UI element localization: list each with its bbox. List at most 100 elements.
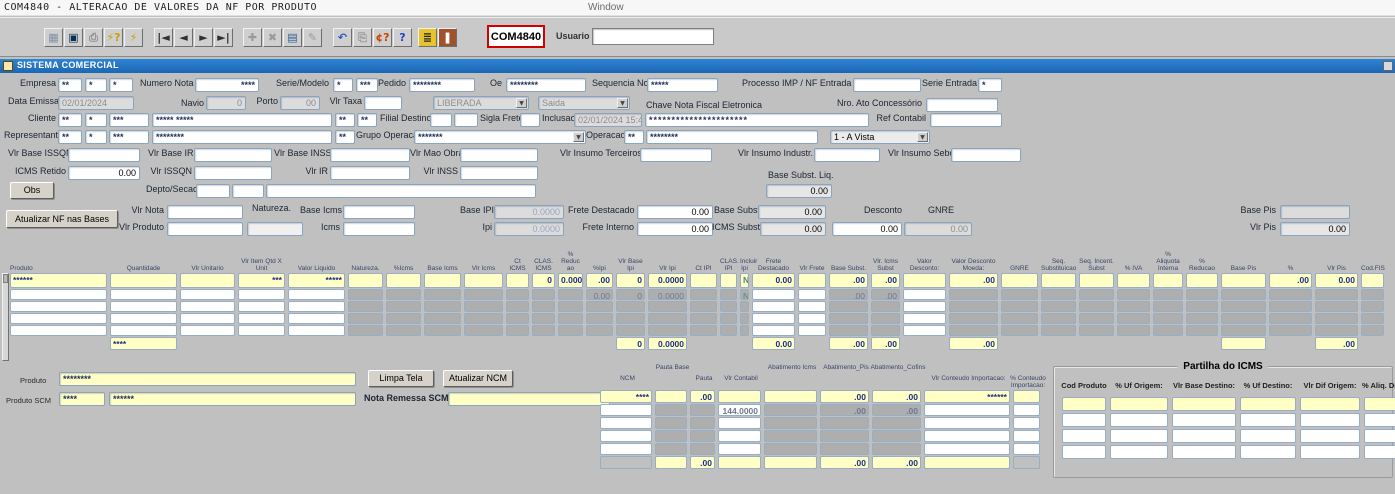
grid-cell[interactable] (1269, 289, 1312, 300)
partilha-cell[interactable] (1364, 397, 1395, 411)
grid-cell[interactable] (1315, 301, 1358, 312)
produto-scm-field-1[interactable]: **** (59, 392, 105, 406)
grid-cell[interactable]: .00 (1269, 273, 1312, 288)
ncm-cell[interactable] (820, 417, 869, 429)
grid-cell[interactable]: 0.00 (1315, 273, 1358, 288)
grid-cell[interactable] (871, 313, 900, 324)
grid-cell[interactable] (798, 325, 826, 336)
grid-cell[interactable] (829, 301, 868, 312)
grid-cell[interactable] (110, 313, 177, 324)
grid-cell[interactable] (1079, 273, 1114, 288)
grid-cell[interactable] (1361, 289, 1384, 300)
grid-cell[interactable] (348, 273, 383, 288)
grid-cell[interactable] (1117, 301, 1150, 312)
ncm-cell[interactable] (924, 404, 1010, 416)
ncm-cell[interactable] (655, 390, 687, 403)
cliente-field-5[interactable]: ** (357, 113, 377, 127)
grid-cell[interactable] (1186, 273, 1218, 288)
grid-cell[interactable] (871, 301, 900, 312)
grid-cell[interactable] (586, 313, 613, 324)
vlr-insumo-industr-field[interactable] (814, 148, 880, 162)
grid-cell[interactable] (1361, 325, 1384, 336)
grid-cell[interactable]: ***** (288, 273, 345, 288)
representante-field-4[interactable]: ** (335, 130, 355, 144)
grid-cell[interactable]: 0.0000 (648, 273, 687, 288)
ncm-cell[interactable] (655, 443, 687, 455)
ncm-cell[interactable]: 144.0000 (718, 404, 761, 416)
grid-cell[interactable] (464, 325, 503, 336)
vlr-insumo-terceiros-field[interactable] (640, 148, 712, 162)
porto-field[interactable]: 00 (280, 96, 320, 110)
grid-cell[interactable] (720, 313, 737, 324)
grid-cell[interactable] (616, 301, 645, 312)
limpa-tela-button[interactable]: Limpa Tela (368, 370, 434, 387)
grid-cell[interactable] (798, 301, 826, 312)
grid-cell[interactable] (752, 289, 795, 300)
desconto-field[interactable]: 0.00 (832, 222, 902, 236)
grid-cell[interactable] (110, 301, 177, 312)
inclusao-field[interactable]: 02/01/2024 15:45 (574, 113, 642, 127)
save-icon[interactable]: ▦ (44, 28, 63, 47)
grid-cell[interactable] (903, 289, 946, 300)
partilha-cell[interactable] (1240, 445, 1296, 459)
ncm-cell[interactable] (764, 417, 817, 429)
grid-cell[interactable] (1041, 313, 1076, 324)
edit-icon[interactable]: ✎ (303, 28, 322, 47)
ncm-cell[interactable] (764, 404, 817, 416)
grid-cell[interactable] (464, 313, 503, 324)
grid-cell[interactable] (798, 313, 826, 324)
partilha-cell[interactable] (1062, 397, 1106, 411)
grid-cell[interactable] (949, 289, 998, 300)
grid-scrollbar[interactable] (2, 273, 9, 361)
vlr-base-ir-field[interactable] (194, 148, 272, 162)
depto-secao-desc-field[interactable] (266, 184, 536, 198)
produto-field[interactable]: ******** (59, 372, 356, 386)
grid-cell[interactable] (558, 289, 583, 300)
ref-contabil-field[interactable] (930, 113, 1002, 127)
partilha-cell[interactable] (1110, 413, 1168, 427)
grid-cell[interactable] (690, 289, 717, 300)
grid-cell[interactable] (1041, 273, 1076, 288)
partilha-cell[interactable] (1300, 397, 1360, 411)
filial-destino-field-2[interactable] (454, 113, 478, 127)
ncm-cell[interactable]: .00 (820, 390, 869, 403)
grid-cell[interactable]: 0.000 (558, 273, 583, 288)
grid-cell[interactable] (348, 301, 383, 312)
partilha-cell[interactable] (1300, 429, 1360, 443)
grid-cell[interactable] (903, 313, 946, 324)
execute-help-icon[interactable]: ⚡? (104, 28, 123, 47)
dropdown-arrow-icon[interactable]: ▼ (516, 98, 527, 108)
grid-cell[interactable] (558, 325, 583, 336)
grid-cell[interactable] (1001, 325, 1038, 336)
grid-cell[interactable] (348, 325, 383, 336)
grid-cell[interactable] (238, 325, 285, 336)
ncm-cell[interactable] (1013, 443, 1040, 455)
vlr-pis-field[interactable]: 0.00 (1280, 222, 1350, 236)
grid-cell[interactable] (1001, 301, 1038, 312)
grid-cell[interactable] (1079, 289, 1114, 300)
pedido-field[interactable]: ******** (409, 78, 475, 92)
vlr-nota-field[interactable] (167, 205, 243, 219)
ncm-cell[interactable] (1013, 390, 1040, 403)
grid-cell[interactable]: ****** (10, 273, 107, 288)
grid-cell[interactable] (1153, 273, 1183, 288)
nro-ato-field[interactable] (926, 98, 998, 112)
grid-cell[interactable] (1079, 313, 1114, 324)
partilha-cell[interactable] (1300, 445, 1360, 459)
vlr-base-inss-field[interactable] (330, 148, 410, 162)
partilha-cell[interactable] (1172, 445, 1236, 459)
grid-cell[interactable] (288, 289, 345, 300)
status-dropdown[interactable]: LIBERADA▼ (433, 96, 529, 110)
grid-cell[interactable] (1153, 289, 1183, 300)
grid-cell[interactable] (1221, 289, 1266, 300)
prev-record-icon[interactable]: ◄ (174, 28, 193, 47)
frete-destacado-field[interactable]: 0.00 (637, 205, 713, 219)
partilha-cell[interactable] (1364, 445, 1395, 459)
grid-cell[interactable] (690, 273, 717, 288)
serie-entrada-field[interactable]: * (978, 78, 1002, 92)
screen-icon[interactable]: ▣ (64, 28, 83, 47)
representante-field-3[interactable]: *** (109, 130, 149, 144)
grid-cell[interactable] (10, 301, 107, 312)
grid-cell[interactable]: .00 (586, 273, 613, 288)
oe-field[interactable]: ******** (506, 78, 586, 92)
